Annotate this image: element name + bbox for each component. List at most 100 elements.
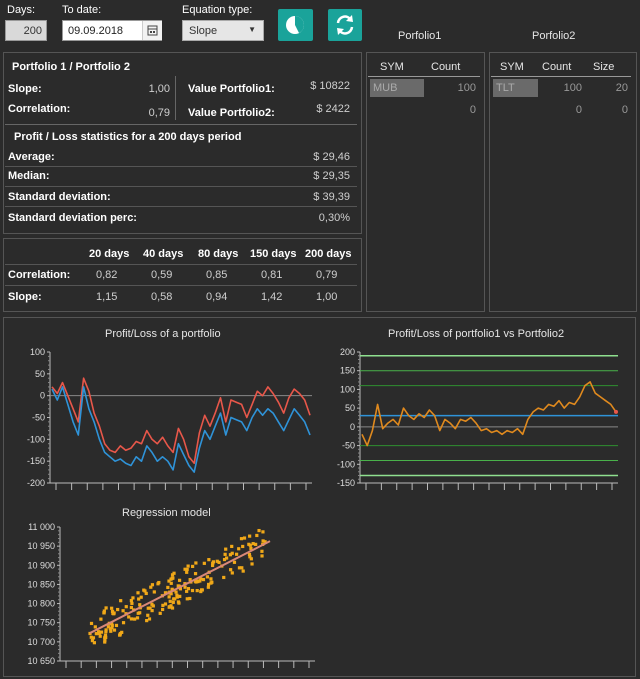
equation-select[interactable]: Slope ▼ — [182, 20, 264, 41]
scatter-point — [171, 600, 175, 604]
scatter-point — [124, 605, 128, 609]
y-tick-label: 200 — [340, 347, 355, 357]
divider — [5, 285, 357, 286]
scatter-point — [261, 530, 265, 534]
scatter-point — [254, 542, 258, 546]
p1-sym-cell[interactable]: MUB — [370, 79, 424, 97]
y-tick-label: 10 900 — [27, 560, 55, 570]
scatter-point — [222, 557, 227, 562]
chart1-title: Profit/Loss of a portfolio — [105, 328, 221, 340]
p1-count[interactable]: 0 — [430, 104, 476, 116]
scatter-point — [206, 585, 210, 589]
period-cell: 0,59 — [151, 269, 173, 281]
y-tick-label: 10 650 — [27, 656, 55, 666]
scatter-point — [237, 547, 241, 551]
scatter-point — [176, 600, 181, 604]
period-cell: 1,00 — [316, 291, 338, 303]
series-line-orange — [361, 381, 617, 447]
scatter-point — [156, 582, 160, 586]
scatter-point — [222, 575, 226, 580]
scatter-point — [211, 561, 215, 565]
scatter-point — [158, 611, 162, 615]
scatter-point — [230, 544, 234, 549]
y-tick-label: 100 — [30, 347, 45, 357]
scatter-point — [171, 576, 175, 580]
p1-count[interactable]: 100 — [430, 82, 476, 94]
scatter-point — [248, 534, 252, 538]
scatter-point — [177, 578, 182, 582]
scatter-point — [201, 577, 206, 582]
period-cell: 1,15 — [96, 291, 118, 303]
p2-col-header: Count — [542, 61, 572, 73]
scatter-point — [114, 623, 119, 628]
scatter-point — [116, 607, 120, 612]
y-tick-label: -100 — [337, 459, 355, 469]
pl-portfolio-chart: 100 50 0 -50 -100 -150 -200 — [27, 347, 312, 490]
days-input[interactable]: 200 — [5, 20, 47, 41]
y-tick-label: 50 — [35, 369, 45, 379]
divider — [5, 206, 357, 207]
scatter-point — [166, 585, 170, 590]
y-tick-label: 11 000 — [28, 522, 55, 532]
scatter-point — [261, 539, 265, 543]
scatter-point — [191, 564, 195, 569]
median-label: Median: — [8, 170, 50, 182]
scatter-point — [172, 597, 176, 601]
pie-chart-button[interactable] — [278, 9, 313, 41]
p2-size[interactable]: 0 — [590, 104, 628, 116]
y-tick-label: -50 — [32, 413, 45, 423]
equation-label: Equation type: — [182, 4, 253, 16]
scatter-point — [248, 555, 252, 559]
scatter-point — [130, 601, 134, 605]
p2-sym-cell[interactable]: TLT — [493, 79, 538, 97]
scatter-point — [89, 621, 94, 626]
chart2-title: Profit/Loss of portfolio1 vs Portfolio2 — [388, 328, 565, 340]
refresh-button[interactable] — [328, 9, 362, 41]
period-cell: 0,82 — [96, 269, 118, 281]
scatter-point — [260, 549, 264, 553]
refresh-icon — [336, 15, 354, 35]
p2-count[interactable]: 100 — [540, 82, 582, 94]
scatter-point — [104, 606, 108, 610]
scatter-point — [146, 613, 150, 617]
scatter-point — [148, 606, 152, 610]
scatter-point — [129, 598, 133, 603]
scatter-point — [110, 606, 114, 610]
value-p1-label: Value Portfolio1: — [188, 83, 275, 95]
calendar-icon[interactable] — [142, 21, 162, 40]
scatter-point — [138, 611, 142, 615]
scatter-point — [135, 616, 140, 620]
scatter-point — [127, 615, 131, 619]
scatter-point — [133, 617, 137, 621]
y-tick-label: 50 — [345, 403, 355, 413]
scatter-point — [93, 625, 97, 629]
value-p1: $ 10822 — [310, 80, 350, 92]
p2-count[interactable]: 0 — [540, 104, 582, 116]
scatter-point — [170, 606, 175, 610]
slope-value: 1,00 — [148, 83, 170, 95]
scatter-point — [210, 580, 214, 584]
average-value: $ 29,46 — [313, 151, 350, 163]
scatter-point — [172, 571, 176, 575]
period-cell: 1,42 — [261, 291, 283, 303]
stdperc-label: Standard deviation perc: — [8, 212, 137, 224]
scatter-point — [167, 605, 172, 609]
std-label: Standard deviation: — [8, 191, 111, 203]
last-point — [614, 409, 618, 414]
divider — [368, 76, 480, 77]
scatter-point — [255, 533, 259, 538]
scatter-point — [99, 617, 103, 621]
scatter-point — [242, 536, 247, 540]
p2-sym-value: TLT — [496, 82, 515, 94]
pie-chart-icon — [286, 16, 304, 34]
y-tick-label: 10 800 — [27, 599, 55, 609]
scatter-point — [142, 588, 146, 592]
scatter-point — [185, 570, 189, 574]
scatter-point — [235, 552, 239, 556]
period-cell: 0,94 — [206, 291, 228, 303]
scatter-point — [232, 560, 237, 564]
scatter-point — [163, 602, 168, 606]
scatter-point — [136, 591, 140, 595]
p2-size[interactable]: 20 — [590, 82, 628, 94]
scatter-point — [202, 561, 206, 565]
